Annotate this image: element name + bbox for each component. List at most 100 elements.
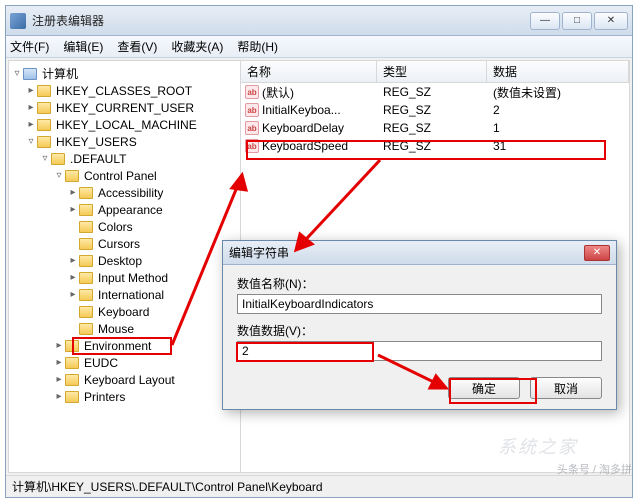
tree-item[interactable]: International <box>96 288 166 302</box>
tree-hklm[interactable]: HKEY_LOCAL_MACHINE <box>54 118 199 132</box>
value-name: KeyboardDelay <box>262 121 344 135</box>
tree-printers[interactable]: Printers <box>82 390 127 404</box>
value-name: InitialKeyboa... <box>262 103 341 117</box>
menu-edit[interactable]: 编辑(E) <box>63 38 103 55</box>
dialog-titlebar[interactable]: 编辑字符串 ✕ <box>223 241 616 265</box>
col-name[interactable]: 名称 <box>241 61 377 82</box>
value-data: 1 <box>487 121 629 135</box>
window-title: 注册表编辑器 <box>32 12 530 29</box>
value-name: (默认) <box>262 84 294 101</box>
tree-environment[interactable]: Environment <box>82 339 153 353</box>
tree-hku[interactable]: HKEY_USERS <box>54 135 139 149</box>
expander-icon[interactable]: ▸ <box>53 340 65 352</box>
tree-item[interactable]: Keyboard <box>96 305 151 319</box>
minimize-button[interactable]: — <box>530 12 560 30</box>
titlebar[interactable]: 注册表编辑器 — □ ✕ <box>6 6 632 36</box>
value-type: REG_SZ <box>377 121 487 135</box>
tree-hkcr[interactable]: HKEY_CLASSES_ROOT <box>54 84 194 98</box>
expander-icon[interactable]: ▸ <box>53 357 65 369</box>
folder-icon <box>51 153 65 165</box>
expander-icon[interactable]: ▿ <box>39 153 51 165</box>
expander-icon[interactable]: ▿ <box>11 68 23 80</box>
value-type: REG_SZ <box>377 139 487 153</box>
table-row[interactable]: abInitialKeyboa...REG_SZ2 <box>241 101 629 119</box>
folder-icon <box>79 306 93 318</box>
folder-icon <box>37 136 51 148</box>
expander-icon[interactable]: ▿ <box>53 170 65 182</box>
expander-icon[interactable]: ▸ <box>67 289 79 301</box>
table-row[interactable]: abKeyboardDelay REG_SZ1 <box>241 119 629 137</box>
tree-item[interactable]: Input Method <box>96 271 170 285</box>
col-type[interactable]: 类型 <box>377 61 487 82</box>
regedit-icon <box>10 13 26 29</box>
expander-icon[interactable]: ▸ <box>53 374 65 386</box>
table-row[interactable]: abKeyboardSpeedREG_SZ31 <box>241 137 629 155</box>
list-header[interactable]: 名称 类型 数据 <box>241 61 629 83</box>
expander-icon[interactable]: ▸ <box>67 272 79 284</box>
tree-item[interactable]: Cursors <box>96 237 142 251</box>
dialog-close-button[interactable]: ✕ <box>584 245 610 261</box>
tree-item[interactable]: Desktop <box>96 254 144 268</box>
value-name-label: 数值名称(N)： <box>237 275 602 292</box>
menubar: 文件(F) 编辑(E) 查看(V) 收藏夹(A) 帮助(H) <box>6 36 632 58</box>
expander-icon[interactable]: ▸ <box>67 187 79 199</box>
col-data[interactable]: 数据 <box>487 61 629 82</box>
menu-help[interactable]: 帮助(H) <box>237 38 278 55</box>
value-data-field[interactable] <box>237 341 602 361</box>
expander-icon[interactable]: ▸ <box>25 85 37 97</box>
folder-icon <box>79 323 93 335</box>
folder-icon <box>37 102 51 114</box>
string-value-icon: ab <box>245 121 259 135</box>
string-value-icon: ab <box>245 85 259 99</box>
folder-icon <box>79 221 93 233</box>
folder-icon <box>79 238 93 250</box>
cancel-button[interactable]: 取消 <box>530 377 602 399</box>
tree-controlpanel[interactable]: Control Panel <box>82 169 159 183</box>
folder-icon <box>79 272 93 284</box>
tree-panel[interactable]: ▿ 计算机 ▸ HKEY_CLASSES_ROOT ▸ HKEY_CURRENT_US… <box>9 61 241 472</box>
folder-icon <box>65 374 79 386</box>
computer-icon <box>23 68 37 80</box>
expander-icon[interactable]: ▸ <box>53 391 65 403</box>
folder-icon <box>79 187 93 199</box>
tree-root[interactable]: 计算机 <box>40 65 80 82</box>
expander-icon[interactable]: ▸ <box>67 255 79 267</box>
menu-favorites[interactable]: 收藏夹(A) <box>171 38 223 55</box>
value-data: 2 <box>487 103 629 117</box>
value-type: REG_SZ <box>377 85 487 99</box>
folder-icon <box>37 119 51 131</box>
tree-default[interactable]: .DEFAULT <box>68 152 128 166</box>
table-row[interactable]: ab(默认)REG_SZ(数值未设置) <box>241 83 629 101</box>
menu-view[interactable]: 查看(V) <box>117 38 157 55</box>
tree-item[interactable]: Colors <box>96 220 135 234</box>
maximize-button[interactable]: □ <box>562 12 592 30</box>
watermark-credit: 头条号 / 淘多拼 <box>557 461 632 477</box>
folder-icon <box>65 170 79 182</box>
expander-icon[interactable]: ▸ <box>67 204 79 216</box>
dialog-title: 编辑字符串 <box>229 244 584 261</box>
edit-string-dialog[interactable]: 编辑字符串 ✕ 数值名称(N)： 数值数据(V)： 确定 取消 <box>222 240 617 410</box>
tree-item[interactable]: Accessibility <box>96 186 165 200</box>
status-path: 计算机\HKEY_USERS\.DEFAULT\Control Panel\Ke… <box>12 478 323 495</box>
value-data: 31 <box>487 139 629 153</box>
expander-icon[interactable]: ▸ <box>25 119 37 131</box>
folder-icon <box>37 85 51 97</box>
menu-file[interactable]: 文件(F) <box>10 38 49 55</box>
tree-item[interactable]: Mouse <box>96 322 136 336</box>
folder-icon <box>65 357 79 369</box>
tree-item[interactable]: Appearance <box>96 203 165 217</box>
tree-hkcu[interactable]: HKEY_CURRENT_USER <box>54 101 196 115</box>
expander-icon[interactable]: ▿ <box>25 136 37 148</box>
value-name-field[interactable] <box>237 294 602 314</box>
expander-icon[interactable]: ▸ <box>25 102 37 114</box>
ok-button[interactable]: 确定 <box>448 377 520 399</box>
status-bar: 计算机\HKEY_USERS\.DEFAULT\Control Panel\Ke… <box>6 475 632 497</box>
folder-icon <box>65 340 79 352</box>
folder-icon <box>65 391 79 403</box>
folder-icon <box>79 204 93 216</box>
tree-keyboard-layout[interactable]: Keyboard Layout <box>82 373 177 387</box>
string-value-icon: ab <box>245 103 259 117</box>
value-name: KeyboardSpeed <box>262 139 348 153</box>
tree-eudc[interactable]: EUDC <box>82 356 120 370</box>
close-button[interactable]: ✕ <box>594 12 628 30</box>
